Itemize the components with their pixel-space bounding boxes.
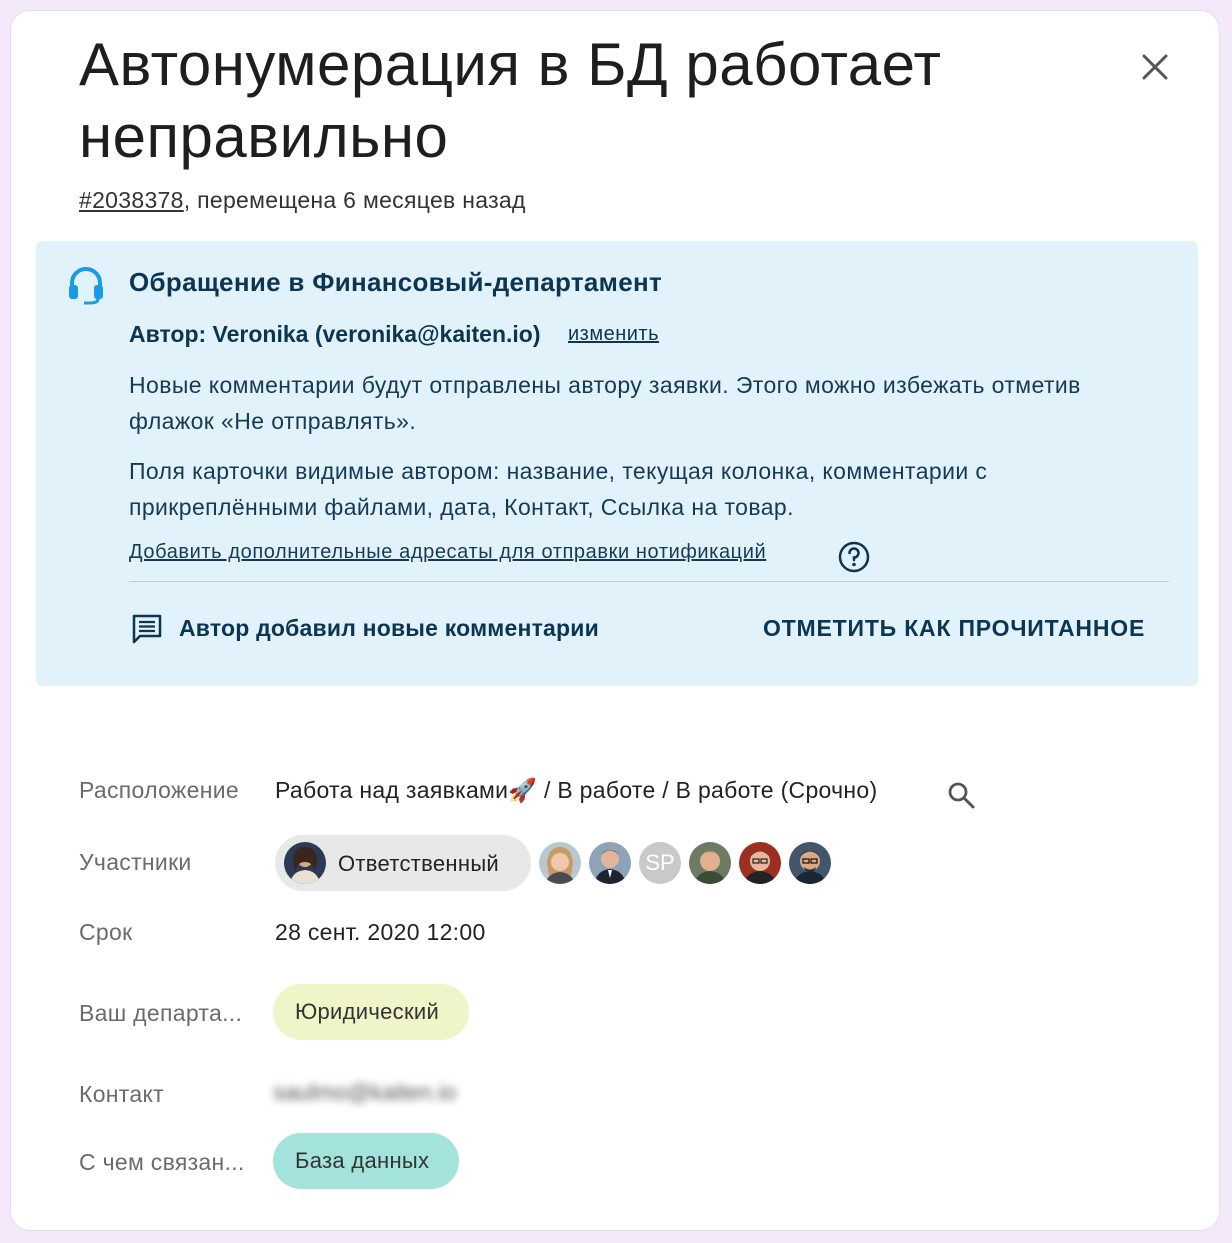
due-label: Срок [79, 919, 133, 945]
headset-icon [69, 267, 103, 305]
mark-as-read-button[interactable]: ОТМЕТИТЬ КАК ПРОЧИТАННОЕ [763, 615, 1145, 642]
close-icon[interactable] [1135, 47, 1175, 87]
related-label: С чем связан... [79, 1149, 245, 1175]
service-desk-panel: Обращение в Финансовый-департамент Автор… [36, 241, 1198, 686]
visible-fields-paragraph: Поля карточки видимые автором: название,… [129, 458, 988, 520]
card-title[interactable]: Автонумерация в БД работает неправильно [79, 29, 1039, 173]
avatar[interactable] [689, 842, 731, 884]
card-meta: #2038378, перемещена 6 месяцев назад [79, 187, 526, 214]
location-value[interactable]: Работа над заявками🚀 / В работе / В рабо… [275, 777, 877, 804]
department-label: Ваш департа... [79, 1000, 243, 1026]
help-circle-icon[interactable] [837, 540, 871, 574]
avatar[interactable] [589, 842, 631, 884]
author-line: Автор: Veronika (veronika@kaiten.io) [129, 321, 541, 347]
notice-paragraph: Новые комментарии будут отправлены автор… [129, 372, 1081, 434]
avatar[interactable] [739, 842, 781, 884]
responsible-label: Ответственный [338, 851, 500, 876]
contact-label: Контакт [79, 1081, 164, 1107]
panel-divider [129, 581, 1169, 582]
department-tag[interactable]: Юридический [273, 984, 469, 1040]
search-icon[interactable] [945, 779, 977, 811]
related-tag[interactable]: База данных [273, 1133, 459, 1189]
avatar[interactable] [539, 842, 581, 884]
participants-label: Участники [79, 849, 192, 875]
avatar[interactable]: SP [639, 842, 681, 884]
location-label: Расположение [79, 777, 239, 803]
comment-icon [132, 614, 162, 644]
due-value[interactable]: 28 сент. 2020 12:00 [275, 919, 486, 946]
contact-value[interactable]: saulmo@kaiten.io [273, 1079, 456, 1106]
moved-text: , перемещена 6 месяцев назад [183, 187, 526, 213]
card-modal: Автонумерация в БД работает неправильно … [10, 10, 1220, 1231]
avatar [284, 842, 326, 884]
responsible-chip[interactable]: Ответственный [275, 835, 531, 891]
new-comments-text: Автор добавил новые комментарии [179, 615, 599, 641]
avatar[interactable] [789, 842, 831, 884]
card-id-link[interactable]: #2038378 [79, 187, 184, 213]
add-recipients-link[interactable]: Добавить дополнительные адресаты для отп… [129, 541, 766, 564]
service-desk-title: Обращение в Финансовый-департамент [129, 267, 663, 297]
change-author-link[interactable]: изменить [568, 323, 659, 346]
